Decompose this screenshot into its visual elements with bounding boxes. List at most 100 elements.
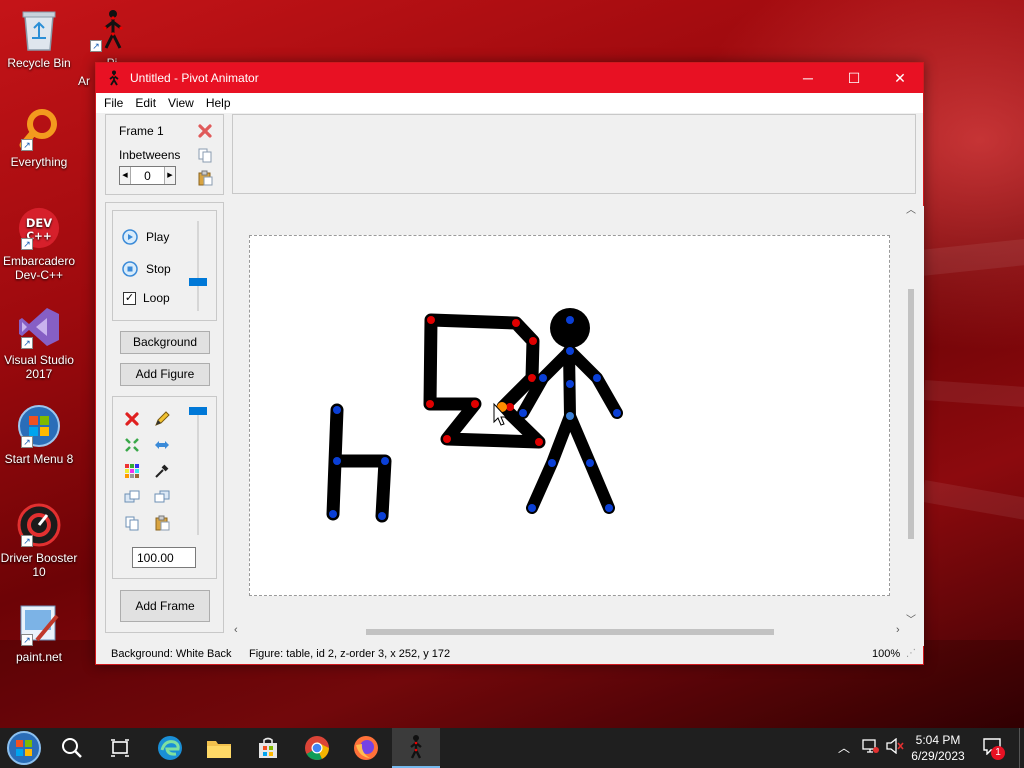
add-frame-button[interactable]: Add Frame [120, 590, 210, 622]
joint[interactable] [506, 403, 514, 411]
maximize-button[interactable]: ☐ [831, 63, 877, 93]
loop-checkbox[interactable]: ✓ [123, 291, 136, 305]
paste-figure-icon[interactable] [153, 514, 171, 532]
menu-file[interactable]: File [98, 96, 129, 110]
desktop-icon-driver-booster[interactable]: ↗ Driver Booster 10 [0, 503, 80, 579]
start-button[interactable] [0, 728, 48, 768]
scroll-right-icon[interactable]: › [896, 624, 900, 636]
joint[interactable] [333, 406, 341, 414]
paste-frame-icon[interactable] [197, 170, 213, 186]
desktop-icon-paint-net[interactable]: ↗ paint.net [0, 602, 80, 664]
figure-table[interactable] [423, 313, 546, 449]
send-backward-icon[interactable] [153, 488, 171, 506]
menu-help[interactable]: Help [200, 96, 237, 110]
figure-size-slider[interactable] [189, 407, 207, 535]
scroll-up-icon[interactable]: ︿ [906, 201, 916, 216]
figure-letter-h[interactable] [326, 403, 392, 523]
joint[interactable] [333, 457, 341, 465]
joint[interactable] [539, 374, 547, 382]
animation-canvas[interactable] [249, 235, 890, 596]
flip-figure-icon[interactable] [153, 436, 171, 454]
desktop-icon-pivot[interactable]: ↗ Pi [82, 8, 142, 70]
joint[interactable] [471, 400, 479, 408]
color-picker-icon[interactable] [153, 462, 171, 480]
joint[interactable] [613, 409, 621, 417]
taskbar-file-explorer[interactable] [195, 728, 243, 768]
menu-view[interactable]: View [162, 96, 200, 110]
network-icon[interactable] [862, 738, 880, 757]
copy-figure-icon[interactable] [123, 514, 141, 532]
inbetweens-spinner[interactable]: ◀ 0 ▶ [119, 166, 176, 185]
scroll-down-icon[interactable]: ﹀ [906, 611, 916, 626]
horizontal-scrollbar[interactable]: ‹ › [234, 624, 904, 639]
joint[interactable] [529, 337, 537, 345]
taskbar-store[interactable] [244, 728, 292, 768]
color-figure-icon[interactable] [123, 462, 141, 480]
figure-scale-input[interactable]: 100.00 [132, 547, 196, 568]
taskbar-chrome[interactable] [293, 728, 341, 768]
vertical-scroll-thumb[interactable] [908, 289, 914, 539]
joint[interactable] [548, 459, 556, 467]
frame-timeline[interactable] [232, 114, 916, 194]
taskbar-task-view[interactable] [96, 728, 144, 768]
joint[interactable] [566, 380, 574, 388]
stop-control[interactable]: Stop [122, 261, 171, 277]
volume-muted-icon[interactable] [886, 737, 904, 757]
menu-edit[interactable]: Edit [129, 96, 162, 110]
inbetweens-value[interactable]: 0 [131, 169, 164, 183]
desktop-icon-start-menu-8[interactable]: ↗ Start Menu 8 [0, 404, 80, 466]
background-button[interactable]: Background [120, 331, 210, 354]
taskbar-firefox[interactable] [342, 728, 390, 768]
resize-grip-icon[interactable]: ⋰ [906, 648, 916, 659]
joint[interactable] [426, 400, 434, 408]
minimize-button[interactable]: ─ [785, 63, 831, 93]
joint[interactable] [443, 435, 451, 443]
speed-slider-thumb[interactable] [189, 278, 207, 286]
delete-figure-icon[interactable] [123, 410, 141, 428]
figure-size-slider-thumb[interactable] [189, 407, 207, 415]
delete-frame-icon[interactable] [197, 123, 213, 139]
taskbar-search[interactable] [48, 728, 96, 768]
close-button[interactable]: ✕ [877, 63, 923, 93]
desktop-icon-everything[interactable]: ↗ Everything [0, 107, 80, 169]
add-figure-button[interactable]: Add Figure [120, 363, 210, 386]
loop-control[interactable]: ✓ Loop [123, 291, 170, 305]
joint[interactable] [528, 504, 536, 512]
taskbar-pivot-animator[interactable] [392, 728, 440, 768]
joint[interactable] [586, 459, 594, 467]
show-desktop-button[interactable] [1019, 728, 1024, 768]
copy-frame-icon[interactable] [197, 147, 213, 163]
desktop-icon-devcpp[interactable]: DEV C++ ↗ Embarcadero Dev-C++ [0, 206, 80, 282]
joint[interactable] [566, 316, 574, 324]
joint[interactable] [427, 316, 435, 324]
joint[interactable] [519, 409, 527, 417]
joint[interactable] [566, 412, 574, 420]
play-control[interactable]: Play [122, 229, 169, 245]
joint[interactable] [512, 319, 520, 327]
desktop-icon-recycle-bin[interactable]: Recycle Bin [0, 8, 80, 70]
bring-forward-icon[interactable] [123, 488, 141, 506]
joint[interactable] [378, 512, 386, 520]
desktop-icon-visual-studio[interactable]: ↗ Visual Studio 2017 [0, 305, 80, 381]
taskbar-edge[interactable] [146, 728, 194, 768]
action-center-button[interactable]: 1 [982, 737, 1008, 760]
joint[interactable] [381, 457, 389, 465]
joint[interactable] [329, 510, 337, 518]
joint[interactable] [535, 438, 543, 446]
spin-left-icon[interactable]: ◀ [120, 167, 131, 184]
clock[interactable]: 5:04 PM 6/29/2023 [910, 732, 966, 764]
vertical-scrollbar[interactable]: ︿ ﹀ [904, 201, 918, 626]
center-figure-icon[interactable] [123, 436, 141, 454]
spin-right-icon[interactable]: ▶ [164, 167, 175, 184]
joint[interactable] [593, 374, 601, 382]
title-bar[interactable]: Untitled - Pivot Animator ─ ☐ ✕ [96, 63, 923, 93]
scroll-left-icon[interactable]: ‹ [234, 624, 238, 636]
speed-slider[interactable] [189, 221, 207, 311]
edit-figure-pencil-icon[interactable] [153, 410, 171, 428]
horizontal-scroll-thumb[interactable] [366, 629, 774, 635]
stickman-head[interactable] [550, 308, 590, 348]
joint[interactable] [605, 504, 613, 512]
show-hidden-icons-chevron-icon[interactable]: ︿ [838, 739, 850, 756]
edge-browser-icon [158, 736, 182, 760]
joint[interactable] [566, 347, 574, 355]
